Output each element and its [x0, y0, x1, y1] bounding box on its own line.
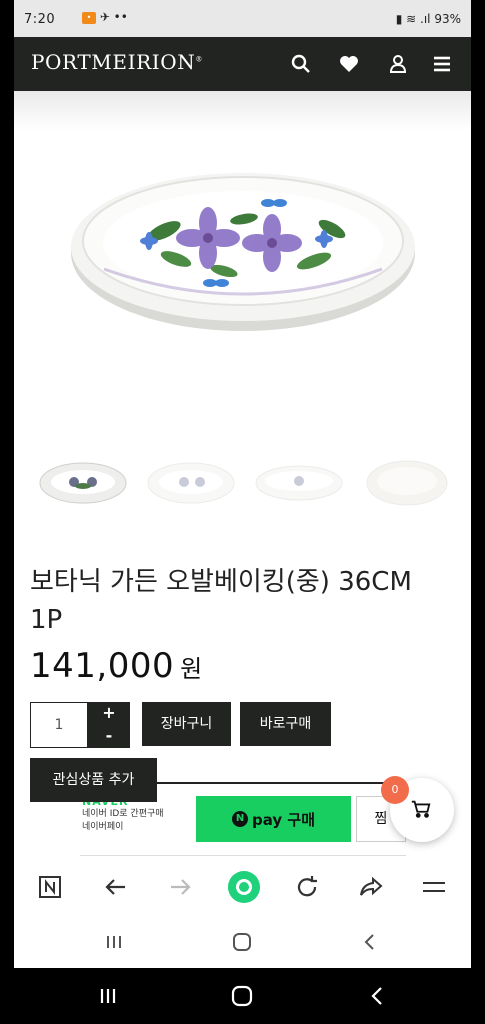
quantity-input[interactable] [30, 702, 88, 748]
thumbnail-2[interactable] [146, 453, 236, 513]
home-icon[interactable] [230, 930, 254, 954]
system-home-icon[interactable] [230, 984, 254, 1008]
heart-icon[interactable] [337, 52, 361, 76]
back-nav-icon[interactable] [358, 930, 382, 954]
back-icon[interactable] [102, 873, 130, 901]
quantity-minus-button[interactable]: - [88, 725, 130, 748]
product-title: 보타닉 가든 오발베이킹(중) 36CM 1P [30, 567, 412, 635]
browser-toolbar [14, 858, 471, 916]
status-right: ▮ ≋ .ıl 93% [395, 12, 461, 26]
thumbnail-3[interactable] [254, 453, 344, 513]
add-wishlist-button[interactable]: 관심상품 추가 [30, 758, 157, 802]
product-price: 141,000 원 [30, 646, 203, 686]
thumbnail-strip [14, 445, 471, 525]
app-notification-icon: • [82, 11, 96, 24]
buy-now-button[interactable]: 바로구매 [240, 702, 331, 746]
logo-text: PORTMEIRION [31, 50, 196, 74]
quantity-plus-button[interactable]: + [88, 702, 130, 725]
home-circle-icon[interactable] [227, 870, 261, 904]
price-unit: 원 [180, 655, 203, 683]
quantity-stepper: + - [30, 702, 130, 748]
notification-icons: • ✈ •• [82, 10, 128, 24]
product-main-image [14, 91, 471, 441]
refresh-icon[interactable] [293, 873, 321, 901]
cart-count-badge: 0 [381, 776, 409, 804]
share-icon[interactable] [357, 873, 385, 901]
naver-line1: 네이버 ID로 간편구매 [82, 809, 164, 819]
naver-pay-button[interactable]: N pay 구매 [196, 796, 351, 842]
phone-screen: 7:20 • ✈ •• ▮ ≋ .ıl 93% PORTMEIRION® 보타닉… [14, 0, 471, 968]
menu-icon[interactable] [430, 52, 454, 76]
thumbnail-4[interactable] [362, 453, 452, 513]
brand-logo[interactable]: PORTMEIRION® [31, 50, 203, 74]
add-to-cart-button[interactable]: 장바구니 [142, 702, 231, 746]
search-icon[interactable] [289, 52, 313, 76]
site-header: PORTMEIRION® [14, 37, 471, 91]
naver-line2: 네이버페이 [82, 822, 124, 832]
naver-pay-label: pay 구매 [252, 811, 315, 829]
forward-icon[interactable] [166, 873, 194, 901]
browser-menu-icon[interactable] [420, 873, 448, 901]
oval-dish-image [71, 173, 415, 331]
system-recent-apps-icon[interactable] [96, 984, 120, 1008]
recent-apps-icon[interactable] [102, 930, 126, 954]
status-time: 7:20 [24, 12, 56, 27]
system-navigation-bar [0, 968, 485, 1024]
naver-n-icon[interactable] [36, 873, 64, 901]
price-value: 141,000 [30, 646, 175, 686]
status-bar: 7:20 • ✈ •• ▮ ≋ .ıl 93% [14, 0, 471, 37]
naver-n-icon: N [232, 811, 248, 827]
cart-icon [411, 800, 431, 818]
battery-percent: 93% [434, 12, 461, 26]
user-icon[interactable] [386, 52, 410, 76]
inner-navigation-bar [14, 916, 471, 968]
system-back-icon[interactable] [366, 984, 390, 1008]
separator [80, 855, 406, 856]
divider-line [154, 782, 394, 784]
logo-tm: ® [195, 55, 203, 64]
thumbnail-1[interactable] [38, 453, 128, 513]
